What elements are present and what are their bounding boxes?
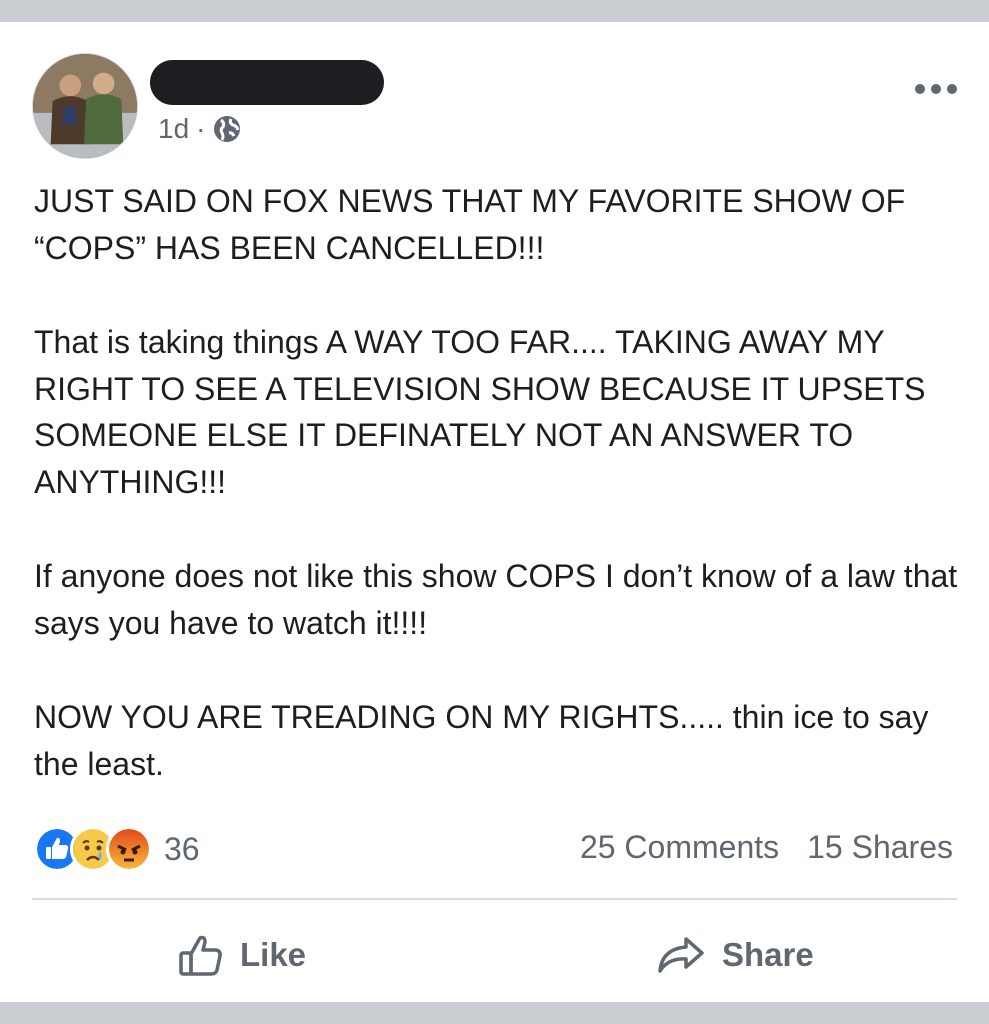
post-body: JUST SAID ON FOX NEWS THAT MY FAVORITE S… bbox=[34, 178, 964, 787]
comments-count-link[interactable]: 25 Comments bbox=[580, 829, 779, 866]
post-paragraph: If anyone does not like this show COPS I… bbox=[34, 558, 958, 641]
engagement-counts: 25 Comments 15 Shares bbox=[580, 829, 953, 866]
post-timestamp[interactable]: 1d bbox=[158, 113, 189, 145]
share-arrow-icon bbox=[658, 937, 704, 973]
ellipsis-icon bbox=[915, 84, 957, 94]
share-button[interactable]: Share bbox=[656, 930, 814, 980]
post-paragraph: That is taking things A WAY TOO FAR.... … bbox=[34, 324, 926, 500]
avatar[interactable] bbox=[32, 53, 138, 159]
reactions-summary[interactable]: 36 bbox=[34, 826, 200, 872]
shares-count-link[interactable]: 15 Shares bbox=[807, 829, 953, 866]
globe-icon bbox=[212, 114, 242, 144]
top-separator bbox=[0, 0, 989, 22]
action-divider bbox=[32, 898, 957, 900]
post-paragraph: JUST SAID ON FOX NEWS THAT MY FAVORITE S… bbox=[34, 183, 906, 266]
avatar-photo bbox=[33, 54, 137, 158]
bottom-separator bbox=[0, 1002, 989, 1024]
share-label: Share bbox=[722, 936, 814, 973]
angry-reaction-icon bbox=[106, 826, 152, 872]
thumbs-up-icon bbox=[179, 935, 222, 976]
post-paragraph: NOW YOU ARE TREADING ON MY RIGHTS..... t… bbox=[34, 699, 929, 782]
more-options-button[interactable] bbox=[912, 78, 960, 100]
reaction-count: 36 bbox=[164, 830, 200, 867]
post-meta: 1d · bbox=[158, 113, 242, 145]
like-label: Like bbox=[240, 936, 307, 973]
meta-separator: · bbox=[196, 113, 206, 144]
redacted-author-name[interactable] bbox=[150, 60, 384, 105]
like-button[interactable]: Like bbox=[178, 930, 306, 980]
post-card: 1d · JUST SAID ON FOX NEWS THAT MY FAVOR… bbox=[0, 22, 989, 1002]
